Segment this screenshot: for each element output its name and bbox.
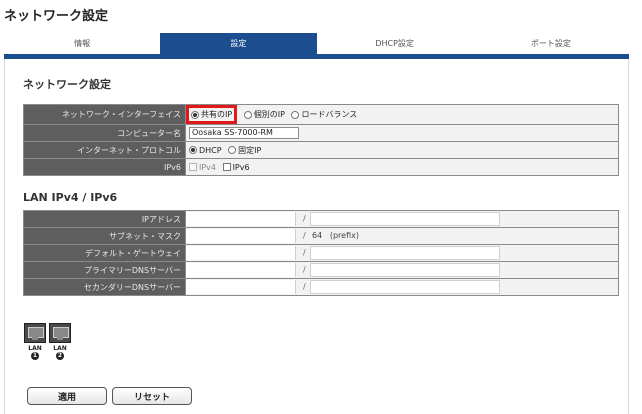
table-row: デフォルト・ゲートウェイ / <box>23 244 619 262</box>
ipv4-secondary-dns-input[interactable] <box>186 280 296 294</box>
port-number: 2 <box>56 352 64 360</box>
default-gateway-label: デフォルト・ゲートウェイ <box>23 244 186 262</box>
ipv4-subnet-input[interactable] <box>186 229 296 243</box>
ipv6-gateway-input[interactable] <box>310 246 500 260</box>
interface-label: ネットワーク・インターフェイス <box>23 104 186 125</box>
interface-options: 共有のIP 個別のIP ロードバランス <box>185 104 619 125</box>
ipv6-row: IPv6 IPv4 IPv6 <box>23 158 619 176</box>
table-row: プライマリーDNSサーバー / <box>23 261 619 279</box>
interface-option-shared-ip[interactable]: 共有のIP <box>186 105 238 124</box>
ipv4-gateway-input[interactable] <box>186 246 296 260</box>
ipv4-primary-dns-input[interactable] <box>186 263 296 277</box>
tab-dhcp-settings[interactable]: DHCP設定 <box>316 33 473 54</box>
network-section-title: ネットワーク設定 <box>23 78 111 91</box>
ipv6-prefix-value[interactable]: 64 (prefix) <box>312 231 359 240</box>
computer-name-input[interactable]: Oosaka SS-7000-RM <box>189 127 299 139</box>
checkbox-icon <box>222 163 231 171</box>
protocol-row: インターネット・プロトコル DHCP 固定IP <box>23 141 619 159</box>
ipv6-address-input[interactable] <box>310 212 500 226</box>
computer-name-row: コンピューター名 Oosaka SS-7000-RM <box>23 124 619 142</box>
lan-settings-table: IPアドレス / サブネット・マスク /64 (prefix) デフォルト・ゲー… <box>23 210 619 296</box>
apply-button[interactable]: 適用 <box>27 387 107 405</box>
lan-ports: LAN 1 LAN 2 <box>24 323 71 360</box>
primary-dns-label: プライマリーDNSサーバー <box>23 261 186 279</box>
ipv4-address-input[interactable] <box>186 212 296 226</box>
interface-option-load-balance[interactable]: ロードバランス <box>291 109 357 120</box>
protocol-label: インターネット・プロトコル <box>23 141 186 159</box>
table-row: サブネット・マスク /64 (prefix) <box>23 227 619 245</box>
ipv4-checkbox[interactable]: IPv4 <box>189 163 216 172</box>
computer-name-label: コンピューター名 <box>23 124 186 142</box>
ethernet-port-icon <box>24 323 46 343</box>
ip-address-label: IPアドレス <box>23 210 186 228</box>
checkbox-icon <box>189 163 197 171</box>
table-row: IPアドレス / <box>23 210 619 228</box>
port-number: 1 <box>31 352 39 360</box>
ipv6-label: IPv6 <box>23 158 186 176</box>
subnet-mask-label: サブネット・マスク <box>23 227 186 245</box>
ethernet-port-icon <box>49 323 71 343</box>
tab-port-settings[interactable]: ポート設定 <box>472 33 629 54</box>
tab-info[interactable]: 情報 <box>4 33 161 54</box>
secondary-dns-label: セカンダリーDNSサーバー <box>23 278 186 296</box>
network-settings-table: ネットワーク・インターフェイス 共有のIP 個別のIP ロードバランス コンピュ… <box>23 104 619 176</box>
radio-icon <box>191 110 199 119</box>
ipv6-primary-dns-input[interactable] <box>310 263 500 277</box>
interface-option-individual-ip[interactable]: 個別のIP <box>243 109 285 120</box>
ipv6-secondary-dns-input[interactable] <box>310 280 500 294</box>
tab-bar: 情報 設定 DHCP設定 ポート設定 <box>4 33 629 54</box>
lan-section-title: LAN IPv4 / IPv6 <box>23 191 118 204</box>
table-row: セカンダリーDNSサーバー / <box>23 278 619 296</box>
ipv6-checkbox[interactable]: IPv6 <box>222 163 250 172</box>
tab-settings[interactable]: 設定 <box>160 33 317 54</box>
radio-icon <box>189 146 197 154</box>
lan-port-2[interactable]: LAN 2 <box>49 323 71 360</box>
reset-button[interactable]: リセット <box>112 387 192 405</box>
lan-port-1[interactable]: LAN 1 <box>24 323 46 360</box>
radio-icon <box>228 146 237 154</box>
protocol-option-static-ip[interactable]: 固定IP <box>228 145 261 156</box>
interface-row: ネットワーク・インターフェイス 共有のIP 個別のIP ロードバランス <box>23 104 619 125</box>
radio-icon <box>243 110 252 119</box>
port-label: LAN <box>53 345 67 352</box>
radio-icon <box>291 110 300 119</box>
page-title: ネットワーク設定 <box>4 9 109 24</box>
port-label: LAN <box>28 345 42 352</box>
protocol-option-dhcp[interactable]: DHCP <box>189 146 222 155</box>
